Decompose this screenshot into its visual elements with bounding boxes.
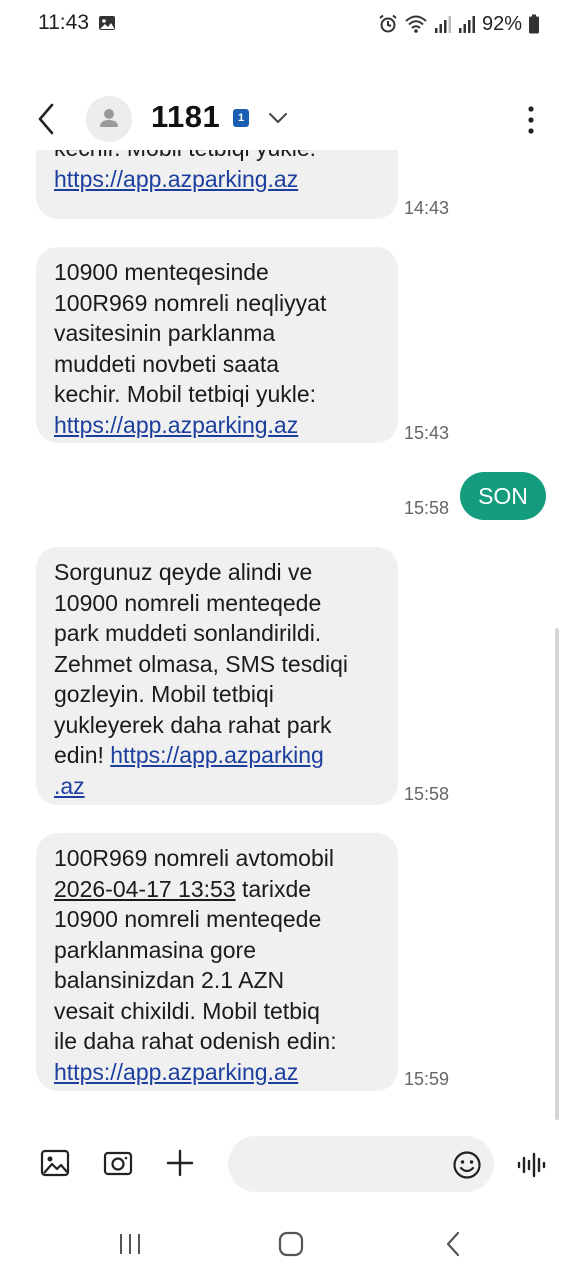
message-link[interactable]: https://app.azparking.az	[54, 1059, 298, 1085]
message-bubble[interactable]: kechir. Mobil tetbiqi yukle: https://app…	[36, 150, 398, 219]
signal-icon	[434, 16, 451, 33]
message-time: 15:59	[404, 1069, 450, 1089]
message-link[interactable]: https://app.azparking	[110, 742, 324, 768]
message-bubble[interactable]: 10900 menteqesinde 100R969 nomreli neqli…	[36, 247, 398, 443]
message-line: ile daha rahat odenish edin:	[54, 1028, 337, 1054]
message-text: kechir. Mobil tetbiqi yukle:	[54, 150, 380, 164]
wifi-icon	[405, 15, 427, 33]
message-line: Zehmet olmasa, SMS tesdiqi	[54, 650, 349, 677]
message-link-continued[interactable]: .az	[54, 773, 85, 799]
battery-icon	[529, 14, 539, 34]
chevron-down-icon[interactable]	[266, 108, 290, 128]
message-line: vesait chixildi. Mobil tetbiq	[54, 997, 320, 1024]
home-icon[interactable]	[277, 1230, 305, 1258]
message-time: 15:43	[404, 423, 450, 443]
message-line: vasitesinin parklanma	[54, 320, 276, 346]
message-link[interactable]: https://app.azparking.az	[54, 412, 298, 438]
message-line: 10900 nomreli menteqede	[54, 589, 322, 616]
message-bubble[interactable]: 100R969 nomreli avtomobil 2026-04-17 13:…	[36, 833, 398, 1091]
person-icon	[100, 109, 118, 127]
back-icon[interactable]	[32, 102, 60, 136]
message-line: yukleyerek daha rahat park	[54, 711, 332, 738]
message-line: 10900 nomreli menteqede	[54, 906, 322, 932]
status-bar: 11:43 92%	[0, 0, 576, 48]
voice-icon[interactable]	[516, 1150, 548, 1180]
message-composer	[0, 1130, 576, 1200]
battery-percent: 92%	[481, 12, 522, 35]
nav-back-icon[interactable]	[440, 1230, 468, 1258]
photo-icon	[99, 16, 115, 30]
status-time: 11:43	[38, 11, 89, 34]
emoji-icon[interactable]	[452, 1150, 482, 1180]
scrollbar[interactable]	[555, 628, 559, 1120]
message-line: Sorgunuz qeyde alindi ve	[54, 559, 313, 585]
status-icons: 92%	[378, 11, 540, 37]
recent-apps-icon[interactable]	[116, 1230, 144, 1258]
message-bubble[interactable]: Sorgunuz qeyde alindi ve 10900 nomreli m…	[36, 547, 398, 805]
avatar[interactable]	[86, 96, 132, 142]
alarm-icon	[379, 14, 397, 33]
message-line: muddeti novbeti saata	[54, 350, 280, 377]
sent-message-bubble[interactable]: SON	[460, 472, 546, 520]
message-line: kechir. Mobil tetbiqi yukle:	[54, 381, 317, 407]
conversation-header: 1181 1	[0, 88, 576, 150]
more-options-icon[interactable]	[526, 104, 536, 136]
message-time: 15:58	[404, 784, 450, 804]
contact-name[interactable]: 1181	[151, 99, 220, 135]
message-time: 15:58	[404, 498, 450, 518]
message-link[interactable]: https://app.azparking.az	[54, 166, 298, 192]
camera-icon[interactable]	[103, 1148, 133, 1178]
message-text: edin!	[54, 742, 111, 768]
navigation-bar	[0, 1218, 576, 1270]
sim-badge: 1	[233, 109, 249, 127]
message-line: park muddeti sonlandirildi.	[54, 620, 322, 646]
message-line: 100R969 nomreli neqliyyat	[54, 289, 327, 316]
message-list[interactable]: kechir. Mobil tetbiqi yukle: https://app…	[0, 150, 576, 1120]
plus-icon[interactable]	[165, 1148, 195, 1178]
message-line: 100R969 nomreli avtomobil	[54, 845, 334, 871]
message-line: balansinizdan 2.1 AZN	[54, 967, 285, 993]
messages-screen: 11:43 92% 1181 1 https://app.azparking.a…	[0, 0, 576, 1280]
message-time: 14:43	[404, 198, 450, 218]
message-text: tarixde	[235, 875, 312, 902]
message-line: gozleyin. Mobil tetbiqi	[54, 681, 274, 707]
gallery-icon[interactable]	[40, 1148, 70, 1178]
date-link[interactable]: 2026-04-17 13:53	[54, 876, 236, 902]
signal-icon	[458, 16, 475, 33]
message-line: parklanmasina gore	[54, 936, 257, 963]
message-line: 10900 menteqesinde	[54, 259, 269, 285]
